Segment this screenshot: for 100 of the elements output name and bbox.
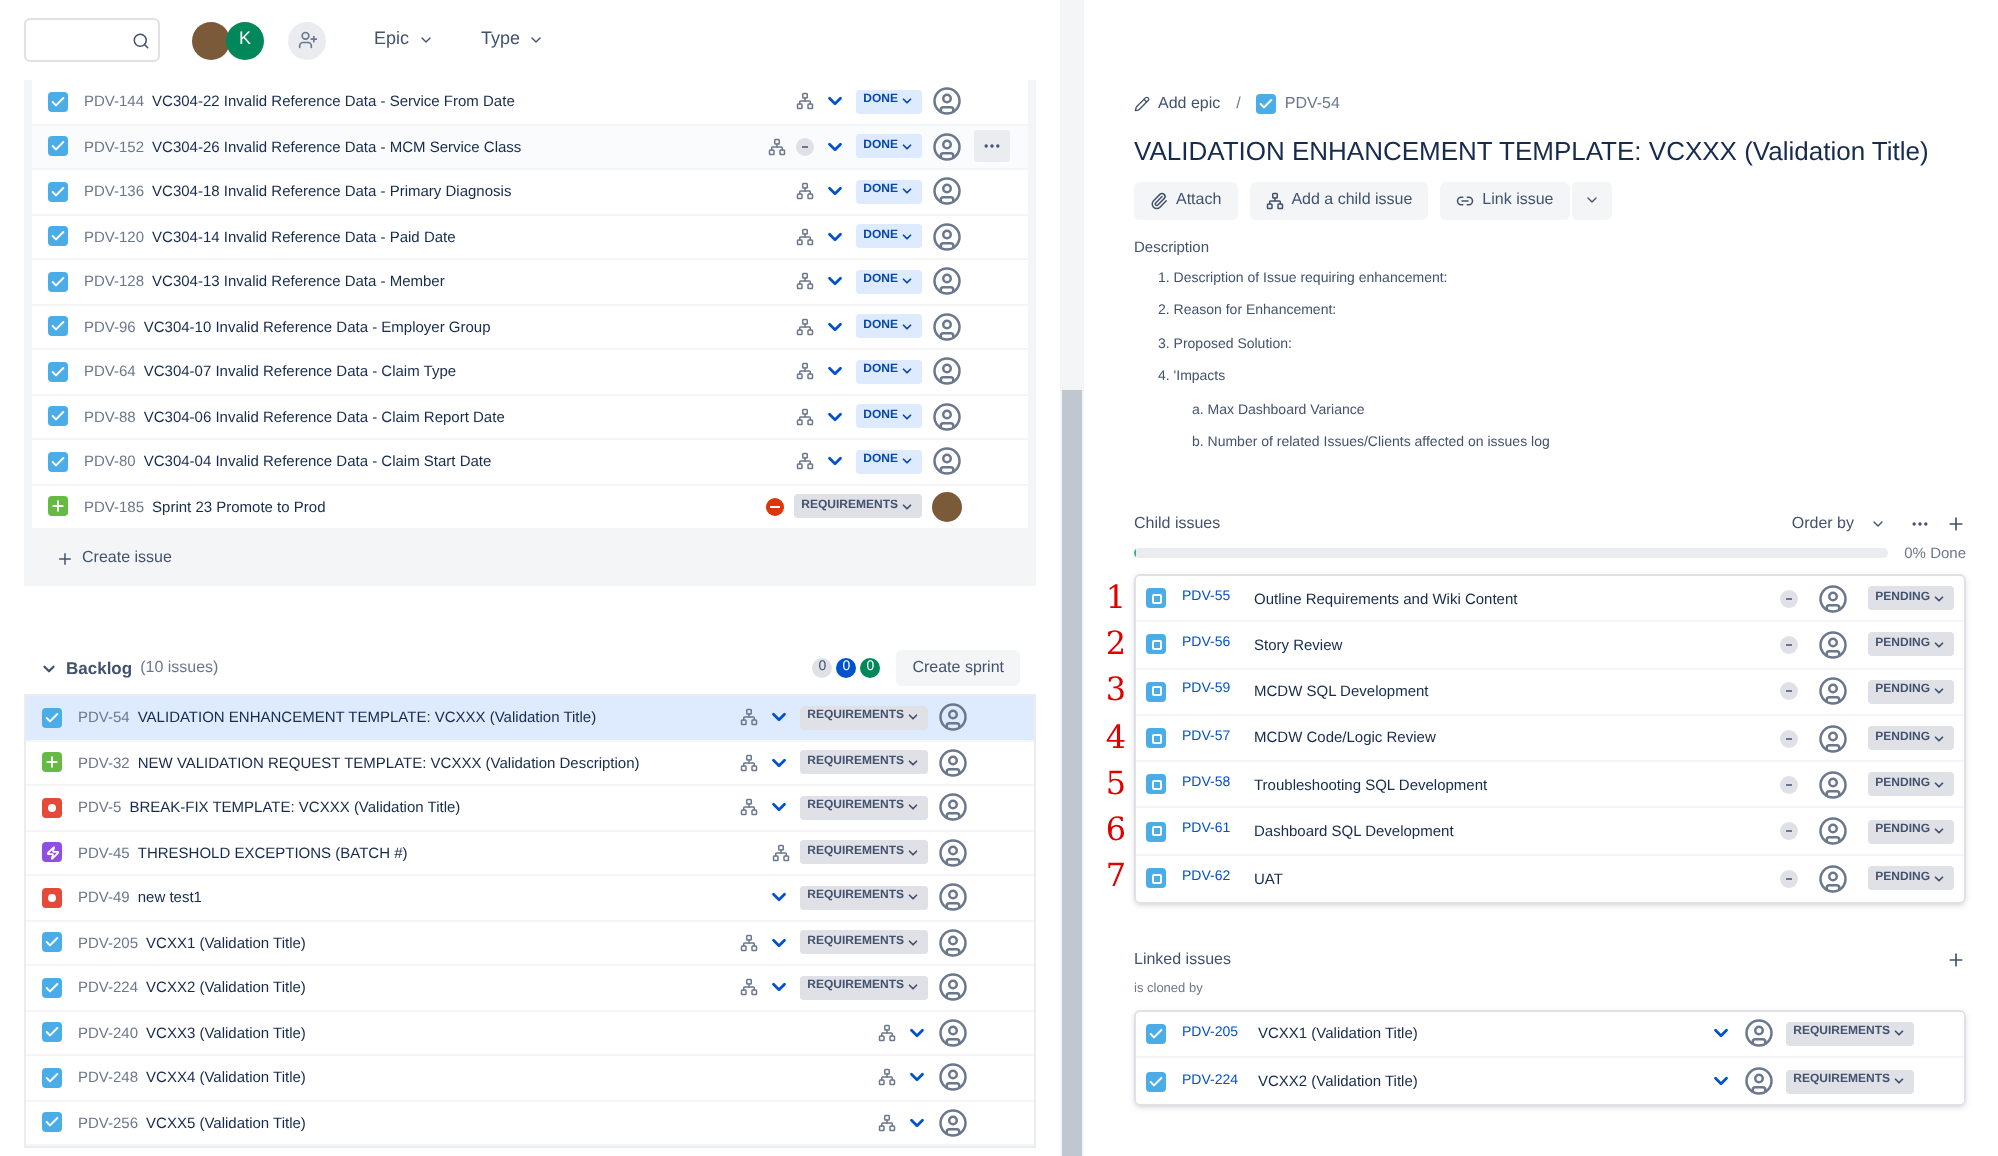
- hierarchy-icon: [739, 978, 758, 997]
- hierarchy-icon: [795, 92, 814, 111]
- chevron-down-icon: [906, 980, 920, 995]
- user-avatar-icon: [938, 927, 968, 958]
- hierarchy-icon: [739, 933, 758, 952]
- hierarchy-icon: [878, 1068, 896, 1087]
- chevron-down-icon: [1892, 1074, 1906, 1089]
- chevron-down-icon: [906, 935, 920, 950]
- subtask-icon: [1146, 588, 1166, 609]
- chevron-down-icon: [1932, 777, 1946, 792]
- user-avatar-icon: [932, 86, 962, 117]
- user-avatar-icon: [938, 1107, 968, 1138]
- check-square-icon: [1256, 94, 1277, 114]
- handwritten-number: 5: [1103, 761, 1129, 806]
- user-avatar-icon: [1817, 769, 1848, 800]
- user-avatar-icon: [1817, 723, 1848, 754]
- check-square-icon: [48, 451, 68, 472]
- chevron-down-icon: [1932, 591, 1946, 606]
- user-avatar-icon: [938, 792, 968, 823]
- hierarchy-icon: [878, 1113, 896, 1132]
- chevron-down-icon: [1932, 871, 1946, 886]
- handwritten-number: 4: [1103, 715, 1129, 760]
- search-field[interactable]: [24, 18, 160, 62]
- plus-square-icon: [42, 752, 62, 773]
- user-avatar-icon: [932, 446, 962, 477]
- create-issue-button[interactable]: Create issue: [56, 546, 172, 570]
- add-user-icon: [297, 30, 317, 50]
- check-square-icon: [42, 1112, 62, 1133]
- chevron-down-icon: [900, 454, 914, 469]
- add-icon[interactable]: [1946, 513, 1966, 534]
- filter-dropdown[interactable]: Type: [481, 26, 545, 54]
- bolt-square-icon: [42, 842, 62, 863]
- issue-key-link[interactable]: PDV-54: [1284, 92, 1340, 116]
- handwritten-number: 6: [1103, 808, 1129, 853]
- filter-dropdown[interactable]: Epic: [374, 26, 434, 54]
- add-people-button[interactable]: [288, 21, 326, 59]
- chevron-down-icon: [906, 800, 920, 815]
- chevron-down-icon: [906, 845, 920, 860]
- user-avatar-icon: [1743, 1018, 1774, 1049]
- chevron-down-icon: [900, 364, 914, 379]
- check-square-icon: [42, 1067, 62, 1088]
- check-square-icon: [48, 226, 68, 247]
- check-square-icon: [42, 932, 62, 953]
- hierarchy-icon: [1265, 191, 1284, 209]
- hierarchy-icon: [795, 407, 814, 426]
- pencil-icon: [1134, 96, 1150, 112]
- chevron-down-icon: [900, 499, 914, 514]
- check-square-icon: [1146, 1023, 1166, 1044]
- order-by-dropdown[interactable]: Order by: [1791, 511, 1886, 536]
- avatar-photo[interactable]: [192, 21, 230, 59]
- hierarchy-icon: [795, 362, 814, 381]
- check-square-icon: [1146, 1071, 1166, 1092]
- user-avatar-icon: [1817, 676, 1848, 707]
- action-button[interactable]: Add a child issue: [1249, 181, 1429, 219]
- add-icon[interactable]: [1946, 950, 1966, 971]
- breadcrumb-separator: /: [1236, 92, 1241, 116]
- check-square-icon: [48, 91, 68, 112]
- add-epic-link[interactable]: Add epic: [1134, 92, 1221, 116]
- user-avatar-icon: [1817, 583, 1848, 614]
- user-avatar-icon: [932, 266, 962, 297]
- chevron-down-icon: [1892, 1026, 1906, 1041]
- scrollbar-track[interactable]: [1060, 0, 1084, 1156]
- user-avatar-icon: [1743, 1066, 1774, 1097]
- handwritten-number: 3: [1103, 668, 1129, 713]
- chevron-down-icon: [900, 94, 914, 109]
- chevron-down-icon: [906, 755, 920, 770]
- chevron-down-icon: [1932, 824, 1946, 839]
- check-square-icon: [48, 271, 68, 292]
- action-button[interactable]: Attach: [1134, 181, 1238, 219]
- check-square-icon: [42, 977, 62, 998]
- action-button[interactable]: Link issue: [1440, 181, 1570, 219]
- chevron-down-icon: [1583, 192, 1600, 208]
- avatar-initial[interactable]: K: [226, 21, 264, 59]
- link-icon: [1456, 191, 1475, 209]
- chevron-down-icon: [900, 319, 914, 334]
- chevron-down-icon: [906, 710, 920, 725]
- chevron-down-icon: [900, 229, 914, 244]
- user-avatar-icon: [932, 401, 962, 432]
- user-avatar-icon: [938, 972, 968, 1003]
- subtask-icon: [1146, 728, 1166, 749]
- chevron-down-icon: [906, 890, 920, 905]
- user-avatar-icon: [938, 1062, 968, 1093]
- user-avatar-icon: [932, 356, 962, 387]
- user-avatar-icon: [1817, 629, 1848, 660]
- chevron-down-icon: [900, 139, 914, 154]
- user-avatar-icon: [932, 176, 962, 207]
- handwritten-number: 7: [1103, 854, 1129, 899]
- check-square-icon: [42, 1022, 62, 1043]
- scrollbar-thumb[interactable]: [1062, 390, 1082, 1156]
- user-avatar-icon: [938, 1017, 968, 1048]
- check-square-icon: [42, 707, 62, 728]
- chevron-down-icon: [900, 184, 914, 199]
- hierarchy-icon: [771, 843, 790, 862]
- check-square-icon: [48, 316, 68, 337]
- handwritten-number: 1: [1103, 575, 1129, 620]
- more-button[interactable]: [974, 130, 1010, 163]
- avatar-photo: [932, 491, 962, 522]
- user-avatar-icon: [938, 747, 968, 778]
- create-sprint-button[interactable]: Create sprint: [896, 650, 1020, 686]
- chevron-down-icon: [1932, 637, 1946, 652]
